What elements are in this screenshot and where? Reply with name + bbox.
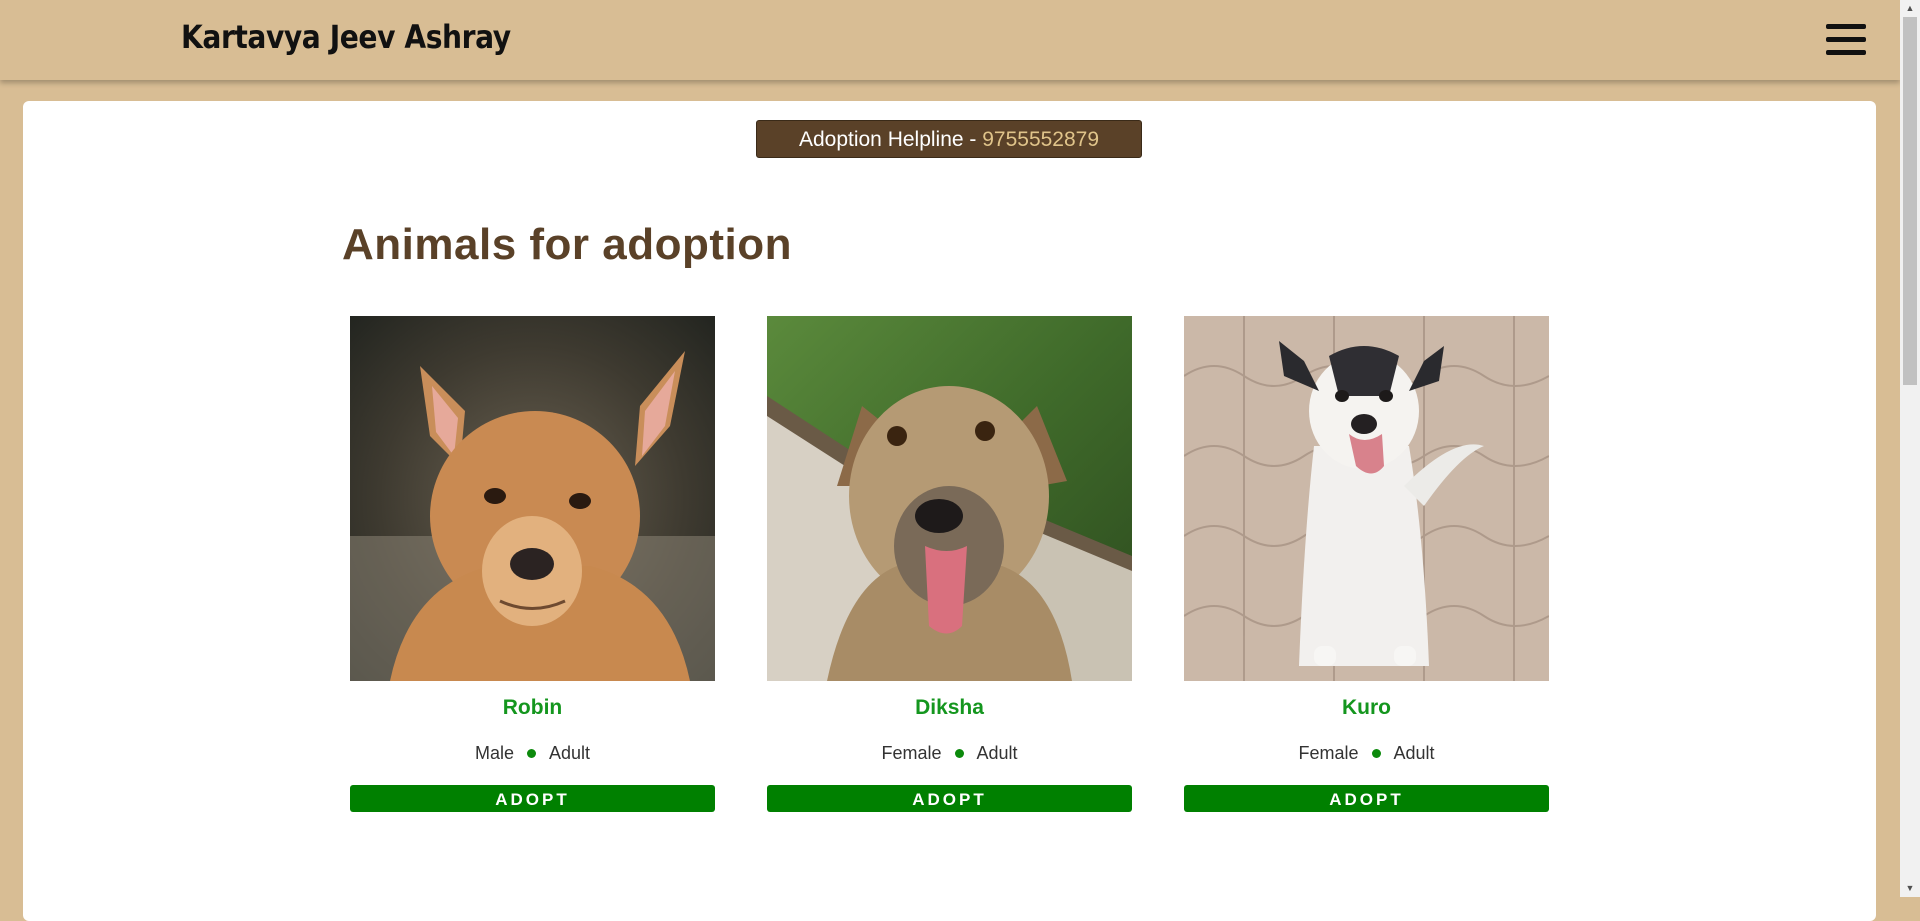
dog-photo-robin[interactable]: [350, 316, 715, 681]
page-title: Animals for adoption: [342, 220, 792, 269]
adopt-button-robin[interactable]: ADOPT: [350, 785, 715, 812]
separator-dot-icon: [1371, 748, 1381, 758]
animal-card-diksha: Diksha Female Adult ADOPT: [767, 316, 1132, 812]
animal-age: Adult: [1393, 743, 1435, 763]
animal-meta: Male Adult: [350, 741, 715, 765]
hamburger-menu-icon[interactable]: [1826, 22, 1866, 58]
animal-name[interactable]: Kuro: [1184, 695, 1549, 721]
brand-logo-text[interactable]: Kartavya Jeev Ashray: [181, 18, 511, 56]
adopt-button-kuro[interactable]: ADOPT: [1184, 785, 1549, 812]
helpline-label: Adoption Helpline -: [798, 128, 983, 151]
separator-dot-icon: [526, 748, 536, 758]
animal-gender: Female: [1298, 743, 1359, 763]
separator-dot-icon: [954, 748, 964, 758]
animal-meta: Female Adult: [767, 741, 1132, 765]
scroll-down-arrow-icon[interactable]: ▼: [1900, 880, 1920, 897]
adoption-helpline-banner: Adoption Helpline - 9755552879: [756, 120, 1142, 158]
helpline-number[interactable]: 9755552879: [982, 128, 1099, 151]
animal-meta: Female Adult: [1184, 741, 1549, 765]
adopt-button-diksha[interactable]: ADOPT: [767, 785, 1132, 812]
scrollbar-thumb[interactable]: [1903, 17, 1917, 385]
animal-name[interactable]: Robin: [350, 695, 715, 721]
dog-photo-kuro[interactable]: [1184, 316, 1549, 681]
animal-card-kuro: Kuro Female Adult ADOPT: [1184, 316, 1549, 812]
animal-card-robin: Robin Male Adult ADOPT: [350, 316, 715, 812]
top-navbar: Kartavya Jeev Ashray: [0, 0, 1900, 80]
animal-name[interactable]: Diksha: [767, 695, 1132, 721]
animal-gender: Male: [474, 743, 514, 763]
scroll-up-arrow-icon[interactable]: ▲: [1900, 0, 1920, 17]
animal-age: Adult: [548, 743, 591, 763]
animal-gender: Female: [881, 743, 942, 763]
vertical-scrollbar[interactable]: ▲ ▼: [1900, 0, 1920, 897]
animal-age: Adult: [976, 743, 1018, 763]
dog-photo-diksha[interactable]: [767, 316, 1132, 681]
